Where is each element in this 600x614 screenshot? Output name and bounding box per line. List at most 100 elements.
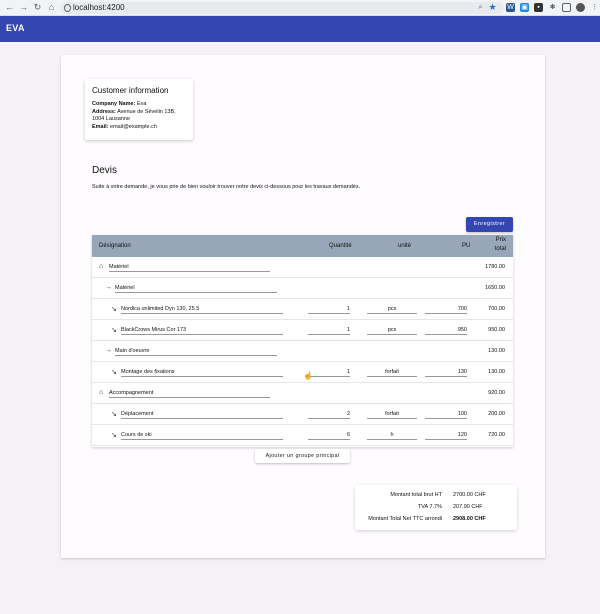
bookmark-star-icon[interactable]: ★ [488,3,497,12]
tva-value: 207.90 CHF [453,504,483,510]
designation-input[interactable]: Montage des fixations [121,369,175,375]
unit-price-input[interactable]: 950 [425,327,467,333]
back-icon[interactable]: ← [4,2,15,13]
devis-intro: Suite à votre demande, je vous prie de b… [92,184,361,190]
unit-price-input-underline [425,418,467,419]
unit-price-input[interactable]: 120 [425,432,467,438]
quantity-input-underline [308,334,350,335]
unit-input[interactable]: forfait [367,369,417,375]
table-row: ⌂ Matériel 1780.00 [92,257,513,278]
header-designation: Désignation [99,243,131,249]
tva-label: TVA 7.7% [417,504,442,510]
table-header: Désignation Quantité unité PU Prix total [92,235,513,257]
total-brut-value: 2700.00 CHF [453,492,486,498]
designation-input[interactable]: Déplacement [121,411,153,417]
row-total: 1650.00 [485,285,505,291]
home-icon: ⌂ [99,263,104,270]
row-total: 1780.00 [485,264,505,270]
reload-icon[interactable]: ↻ [32,2,43,13]
designation-input[interactable]: Main d'oeuvre [115,348,149,354]
unit-input[interactable]: h [367,432,417,438]
row-total: 130.00 [488,348,505,354]
address-label: Address: [92,108,116,115]
devis-title: Devis [92,165,118,176]
mouse-cursor-icon: ☝ [303,371,313,380]
unit-price-input[interactable]: 700 [425,306,467,312]
email-value: email@example.ch [110,123,157,130]
add-main-group-button[interactable]: Ajouter un groupe principal [255,449,350,463]
header-unite: unité [398,243,412,249]
save-button[interactable]: Enregistrer [466,217,513,232]
quantity-input[interactable]: 1 [308,306,350,312]
customer-info-heading: Customer information [92,86,169,95]
designation-input[interactable]: Matériel [115,285,135,291]
extension-dark-icon[interactable]: ▪ [534,3,543,12]
zoom-icon[interactable]: ⌕ [476,3,485,12]
address-line2: 1004 Lausanne [92,116,130,122]
unit-input-underline [367,418,417,419]
unit-input[interactable]: pcs [367,327,417,333]
designation-input[interactable]: Nordica unlimited Dyn 130, 25.5 [121,306,199,312]
sidepanel-icon[interactable] [562,3,571,12]
unit-input[interactable]: forfait [367,411,417,417]
unit-price-input[interactable]: 100 [425,411,467,417]
designation-input[interactable]: Matériel [109,264,129,270]
table-row: ↘ Nordica unlimited Dyn 130, 25.5 1 pcs 700 7… [92,299,513,320]
quantity-input[interactable]: 1 [308,369,350,375]
email-label: Email: [92,123,109,130]
forward-icon[interactable]: → [18,2,29,13]
designation-underline [121,439,283,440]
browser-toolbar: ← → ↻ ⌂ localhost:4200 ⌕ ★ W ▣ ▪ ✱ ⋮ [0,0,600,16]
unit-input[interactable]: pcs [367,306,417,312]
designation-input[interactable]: Cours de ski [121,432,152,438]
unit-price-input-underline [425,313,467,314]
table-row: ↘ Déplacement 2 forfait 100 200.00 [92,404,513,425]
extension-word-icon[interactable]: W [506,3,515,12]
designation-underline [109,271,270,272]
quote-card: Customer information Company Name: Eva A… [61,55,545,558]
app-title: EVA [6,23,25,33]
site-info-icon[interactable] [64,4,71,12]
row-total: 700.00 [488,306,505,312]
company-label: Company Name: [92,101,136,107]
address-bar[interactable]: localhost:4200 [60,2,504,14]
extensions-puzzle-icon[interactable]: ✱ [548,3,557,12]
total-brut-label: Montant total brut HT [390,492,442,498]
designation-underline [121,334,283,335]
email-line: Email: email@example.ch [92,124,186,132]
arrow-down-right-icon: ↘ [111,327,117,334]
extension-blue-icon[interactable]: ▣ [520,3,529,12]
unit-price-input[interactable]: 130 [425,369,467,375]
row-total: 130.00 [488,369,505,375]
quantity-input-underline [308,313,350,314]
quantity-input[interactable]: 1 [308,327,350,333]
row-total: 920.00 [488,390,505,396]
quantity-input[interactable]: 2 [308,411,350,417]
header-pu: PU [462,243,471,249]
designation-underline [121,376,283,377]
profile-avatar-icon[interactable] [576,3,585,12]
quote-table: Désignation Quantité unité PU Prix total… [92,235,513,447]
designation-input[interactable]: Accompagnement [109,390,153,396]
quantity-input-underline [308,376,350,377]
quantity-input-underline [308,439,350,440]
unit-input-underline [367,313,417,314]
home-nav-icon[interactable]: ⌂ [46,2,57,13]
row-total: 200.00 [488,411,505,417]
address-line1: Avenue de Sévelin 13B, [117,108,176,115]
designation-input[interactable]: BlackCrows Mirus Cor 173 [121,327,186,333]
header-prix-total-1: Prix [495,237,506,243]
arrow-right-icon: → [105,284,112,291]
table-row: → Matériel 1650.00 [92,278,513,299]
arrow-down-right-icon: ↘ [111,306,117,313]
menu-kebab-icon[interactable]: ⋮ [590,3,599,12]
total-net-value: 2908.00 CHF [453,516,486,522]
quantity-input-underline [308,418,350,419]
quantity-input[interactable]: 6 [308,432,350,438]
arrow-down-right-icon: ↘ [111,369,117,376]
table-row: → Main d'oeuvre 130.00 [92,341,513,362]
table-row: ↘ BlackCrows Mirus Cor 173 1 pcs 950 950.00 [92,320,513,341]
unit-input-underline [367,439,417,440]
row-total: 720.00 [488,432,505,438]
designation-underline [121,313,283,314]
